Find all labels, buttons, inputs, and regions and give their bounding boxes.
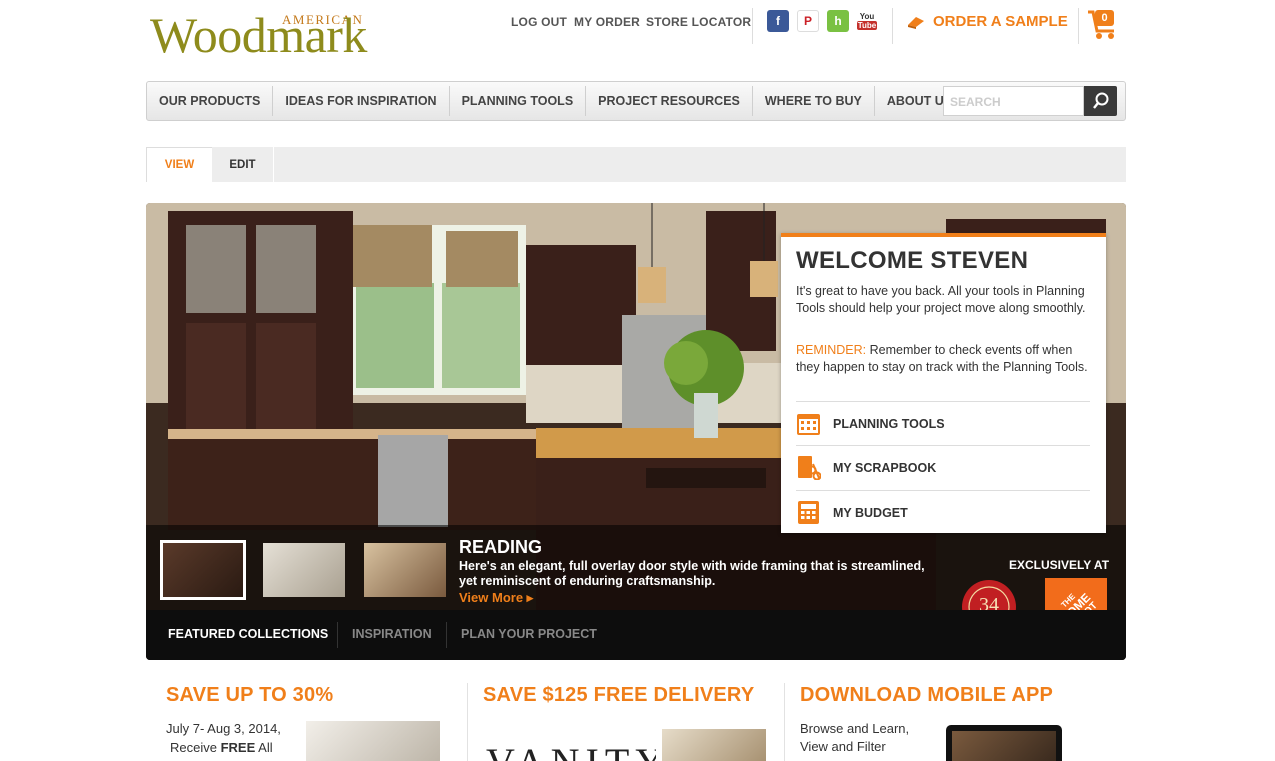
logo-woodmark[interactable]: Woodmark (150, 10, 367, 60)
my-order-link[interactable]: MY ORDER (574, 15, 640, 29)
tablet-app-image[interactable] (946, 725, 1062, 761)
youtube-you-text: You (859, 12, 875, 21)
view-more-link[interactable]: View More ▸ (459, 590, 533, 606)
my-scrapbook-link[interactable]: MY SCRAPBOOK (796, 445, 1090, 489)
view-edit-tabs (146, 147, 1126, 182)
calendar-icon (797, 414, 820, 435)
hero-thumb[interactable] (263, 543, 345, 597)
header-divider (892, 8, 893, 44)
promo-vanity-text: VANITY (486, 745, 656, 761)
nav-where-to-buy[interactable]: WHERE TO BUY (753, 86, 875, 116)
my-scrapbook-label: MY SCRAPBOOK (833, 460, 937, 475)
planning-tools-label: PLANNING TOOLS (833, 416, 945, 431)
promo-save-30-free: FREE (220, 740, 256, 755)
youtube-tube-text: Tube (856, 21, 878, 30)
store-locator-link[interactable]: STORE LOCATOR (646, 15, 751, 29)
tab-inspiration[interactable]: INSPIRATION (352, 627, 432, 641)
search-input[interactable]: SEARCH (943, 86, 1084, 116)
nav-our-products[interactable]: OUR PRODUCTS (147, 86, 274, 116)
reminder-label: REMINDER: (796, 343, 867, 357)
order-sample-link[interactable]: ORDER A SAMPLE (933, 13, 1068, 30)
promo-save-30-all: All (255, 740, 273, 755)
sample-swatch-icon (906, 13, 926, 29)
welcome-message: It's great to have you back. All your to… (796, 284, 1086, 315)
collection-title: READING (459, 537, 543, 557)
my-budget-label: MY BUDGET (833, 505, 908, 520)
promo-divider (784, 683, 785, 761)
promo-mobile-app-line1: Browse and Learn, (800, 721, 910, 736)
hero-thumb[interactable] (364, 543, 446, 597)
youtube-icon[interactable]: You Tube (856, 10, 878, 32)
promo-mobile-app-title[interactable]: DOWNLOAD MOBILE APP (800, 684, 1053, 707)
hero-tab-divider (337, 622, 338, 648)
tab-featured-collections[interactable]: FEATURED COLLECTIONS (168, 627, 328, 641)
collection-description: Here's an elegant, full overlay door sty… (459, 559, 925, 588)
tab-edit[interactable]: EDIT (212, 147, 274, 182)
promo-save-30-title[interactable]: SAVE UP TO 30% (166, 684, 333, 707)
log-out-link[interactable]: LOG OUT (511, 15, 567, 29)
promo-save-30-text: Receive FREE All (170, 739, 273, 757)
hero-thumb-active[interactable] (160, 540, 246, 600)
promo-free-delivery-title[interactable]: SAVE $125 FREE DELIVERY (483, 684, 754, 707)
facebook-icon[interactable]: f (767, 10, 789, 32)
tab-plan-your-project[interactable]: PLAN YOUR PROJECT (461, 627, 597, 641)
reminder-message: REMINDER: Remember to check events off w… (796, 342, 1096, 375)
promo-kitchen-image[interactable] (306, 721, 440, 761)
calculator-icon (798, 501, 819, 524)
promo-divider (467, 683, 468, 761)
promo-vanity-graphic: VANITY (486, 745, 656, 761)
promo-mobile-app-line2: View and Filter (800, 739, 886, 754)
promo-save-30-receive: Receive (170, 740, 221, 755)
planning-tools-link[interactable]: PLANNING TOOLS (796, 401, 1090, 445)
tab-view[interactable]: VIEW (146, 147, 212, 182)
houzz-icon[interactable]: h (827, 10, 849, 32)
nav-project-resources[interactable]: PROJECT RESOURCES (586, 86, 753, 116)
search-icon (1092, 92, 1108, 109)
header-divider (752, 8, 753, 44)
my-budget-link[interactable]: MY BUDGET (796, 490, 1090, 534)
pinterest-icon[interactable]: P (797, 10, 819, 32)
header-divider (1078, 8, 1079, 44)
exclusively-at-label: EXCLUSIVELY AT (1009, 558, 1110, 572)
nav-planning-tools[interactable]: PLANNING TOOLS (450, 86, 587, 116)
scrapbook-icon (798, 456, 821, 480)
hero-tab-divider (446, 622, 447, 648)
welcome-title: WELCOME STEVEN (796, 247, 1029, 274)
promo-save-30-date: July 7- Aug 3, 2014, (166, 721, 281, 736)
nav-ideas-for-inspiration[interactable]: IDEAS FOR INSPIRATION (273, 86, 450, 116)
cart-count: 0 (1101, 12, 1108, 24)
search-button[interactable] (1084, 86, 1117, 116)
promo-vanity-image[interactable] (662, 729, 766, 761)
